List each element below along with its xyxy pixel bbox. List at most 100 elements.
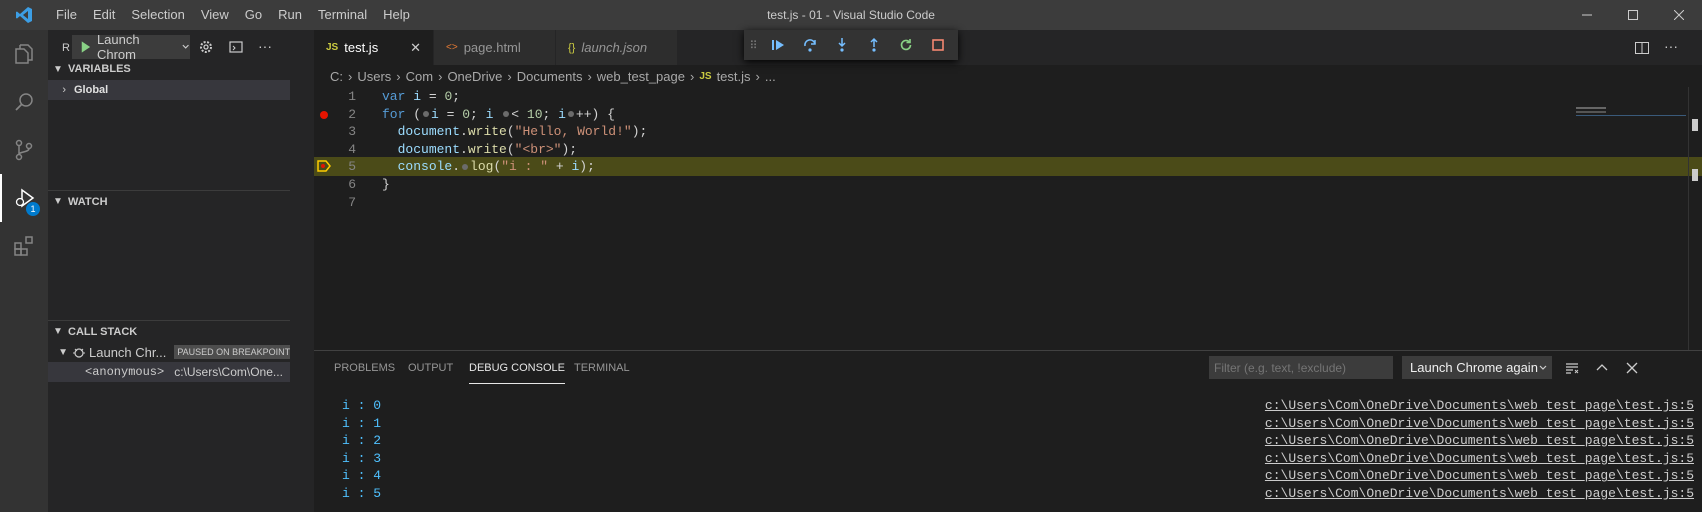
console-source-link[interactable]: c:\Users\Com\OneDrive\Documents\web_test… xyxy=(1265,466,1694,485)
menu-go[interactable]: Go xyxy=(237,0,270,30)
stop-icon[interactable] xyxy=(922,30,954,60)
code-line[interactable]: 4 document.write("<br>"); xyxy=(314,140,1702,159)
floating-debug-toolbar: ⠿ xyxy=(744,30,958,60)
menu-edit[interactable]: Edit xyxy=(85,0,123,30)
editor-scrollbar[interactable] xyxy=(1688,87,1702,350)
callstack-frame-row[interactable]: <anonymous> c:\Users\Com\One... xyxy=(48,362,290,382)
code-line[interactable]: 2 for (i = 0; i < 10; i ++) { xyxy=(314,105,1702,124)
maximize-panel-icon[interactable] xyxy=(1594,360,1610,379)
console-output-line: i : 5 xyxy=(342,486,382,501)
console-source-link[interactable]: c:\Users\Com\OneDrive\Documents\web_test… xyxy=(1265,449,1694,468)
js-file-icon: JS xyxy=(326,42,339,53)
restart-icon[interactable] xyxy=(890,30,922,60)
menu-file[interactable]: File xyxy=(48,0,85,30)
tab-label: page.html xyxy=(463,40,521,55)
maximize-icon[interactable] xyxy=(1610,0,1656,30)
more-actions-icon[interactable]: ··· xyxy=(1664,38,1678,54)
breadcrumb-item[interactable]: OneDrive xyxy=(447,69,502,84)
breadcrumb-item[interactable]: C: xyxy=(330,69,343,84)
tab-terminal[interactable]: TERMINAL xyxy=(574,351,630,386)
sidebar-scrollbar[interactable] xyxy=(290,30,314,512)
line-number: 1 xyxy=(348,89,356,104)
source-control-icon[interactable] xyxy=(0,126,48,174)
tab-label: test.js xyxy=(344,40,379,55)
console-filter-input[interactable] xyxy=(1209,356,1393,379)
variables-global-row[interactable]: › Global xyxy=(48,80,290,100)
code-text: document.write("<br>"); xyxy=(397,141,578,157)
step-into-icon[interactable] xyxy=(826,30,858,60)
breadcrumb-item[interactable]: Users xyxy=(357,69,391,84)
debug-session-select[interactable]: Launch Chrome against xyxy=(1402,356,1552,379)
inline-breakpoint-icon[interactable] xyxy=(567,111,574,118)
split-editor-icon[interactable] xyxy=(1634,40,1650,59)
line-number: 7 xyxy=(348,194,356,210)
breadcrumb-item[interactable]: ... xyxy=(765,69,776,84)
breadcrumb-item[interactable]: test.js xyxy=(717,69,751,84)
console-source-link[interactable]: c:\Users\Com\OneDrive\Documents\web_test… xyxy=(1265,484,1694,503)
tab-problems[interactable]: PROBLEMS xyxy=(334,351,395,386)
callstack-section-header[interactable]: ▼ CALL STACK xyxy=(48,320,314,342)
menu-run[interactable]: Run xyxy=(270,0,310,30)
console-source-link[interactable]: c:\Users\Com\OneDrive\Documents\web_test… xyxy=(1265,431,1694,450)
html-file-icon: <> xyxy=(446,42,458,53)
explorer-icon[interactable] xyxy=(0,30,48,78)
clear-console-icon[interactable] xyxy=(1564,360,1580,379)
tab-launch-json[interactable]: {} launch.json xyxy=(556,30,678,65)
tab-debug-console[interactable]: DEBUG CONSOLE xyxy=(469,353,565,384)
menu-help[interactable]: Help xyxy=(375,0,418,30)
menu-terminal[interactable]: Terminal xyxy=(310,0,375,30)
code-text: } xyxy=(382,177,390,192)
search-icon[interactable] xyxy=(0,78,48,126)
console-source-link[interactable]: c:\Users\Com\OneDrive\Documents\web_test… xyxy=(1265,396,1694,415)
code-line[interactable]: 7 xyxy=(314,193,1702,212)
inline-breakpoint-icon[interactable] xyxy=(423,111,430,118)
inline-breakpoint-icon[interactable] xyxy=(462,163,469,170)
minimap[interactable] xyxy=(1576,87,1688,350)
tab-page-html[interactable]: <> page.html xyxy=(434,30,556,65)
inline-breakpoint-icon[interactable] xyxy=(503,111,510,118)
more-actions-icon[interactable]: ··· xyxy=(258,38,272,54)
code-line[interactable]: 6} xyxy=(314,175,1702,194)
drag-handle-icon[interactable]: ⠿ xyxy=(744,30,762,60)
launch-config-select[interactable]: Launch Chrom xyxy=(72,32,190,62)
code-line[interactable]: 5 console. log("i : " + i); xyxy=(314,157,1702,177)
breadcrumb-item[interactable]: Com xyxy=(406,69,433,84)
gear-icon[interactable] xyxy=(198,39,214,55)
breakpoint-icon[interactable] xyxy=(320,110,328,119)
continue-icon[interactable] xyxy=(762,30,794,60)
code-text: var i = 0; xyxy=(382,89,461,104)
step-out-icon[interactable] xyxy=(858,30,890,60)
debug-sidebar: R Launch Chrom ··· ▼ VARIABLES › Global … xyxy=(48,30,314,512)
start-debug-icon[interactable] xyxy=(78,39,93,55)
close-tab-icon[interactable]: ✕ xyxy=(410,40,421,56)
close-window-icon[interactable] xyxy=(1656,0,1702,30)
code-text: document.write("Hello, World!"); xyxy=(397,124,648,140)
breadcrumb-item[interactable]: Documents xyxy=(517,69,583,84)
tab-label: launch.json xyxy=(581,40,648,55)
variables-section-header[interactable]: ▼ VARIABLES xyxy=(48,58,314,80)
step-over-icon[interactable] xyxy=(794,30,826,60)
watch-section-header[interactable]: ▼ WATCH xyxy=(48,190,314,212)
menu-selection[interactable]: Selection xyxy=(123,0,192,30)
close-panel-icon[interactable] xyxy=(1624,360,1640,379)
console-output-line: i : 0 xyxy=(342,398,382,413)
chevron-right-icon: › xyxy=(62,84,66,96)
menu-view[interactable]: View xyxy=(193,0,237,30)
run-debug-icon[interactable]: 1 xyxy=(0,174,48,222)
code-line[interactable]: 1 var i = 0; xyxy=(314,87,1702,106)
tab-test-js[interactable]: JS test.js ✕ xyxy=(314,30,434,65)
minimize-icon[interactable] xyxy=(1564,0,1610,30)
current-stack-frame-icon[interactable] xyxy=(317,160,331,175)
extensions-icon[interactable] xyxy=(0,222,48,270)
callstack-session-row[interactable]: ▼ Launch Chr... PAUSED ON BREAKPOINT xyxy=(48,342,314,362)
chevron-down-icon: ▼ xyxy=(53,326,63,337)
code-text: for (i = 0; i < 10; i ++) { xyxy=(382,106,615,122)
json-file-icon: {} xyxy=(568,41,576,54)
editor-area: JS test.js ✕ <> page.html {} launch.json… xyxy=(314,30,1702,350)
tab-output[interactable]: OUTPUT xyxy=(408,351,453,386)
breadcrumb-item[interactable]: web_test_page xyxy=(597,69,685,84)
console-source-link[interactable]: c:\Users\Com\OneDrive\Documents\web_test… xyxy=(1265,414,1694,433)
debug-console-icon[interactable] xyxy=(228,39,244,55)
line-number: 4 xyxy=(348,141,356,157)
code-line[interactable]: 3 document.write("Hello, World!"); xyxy=(314,122,1702,141)
